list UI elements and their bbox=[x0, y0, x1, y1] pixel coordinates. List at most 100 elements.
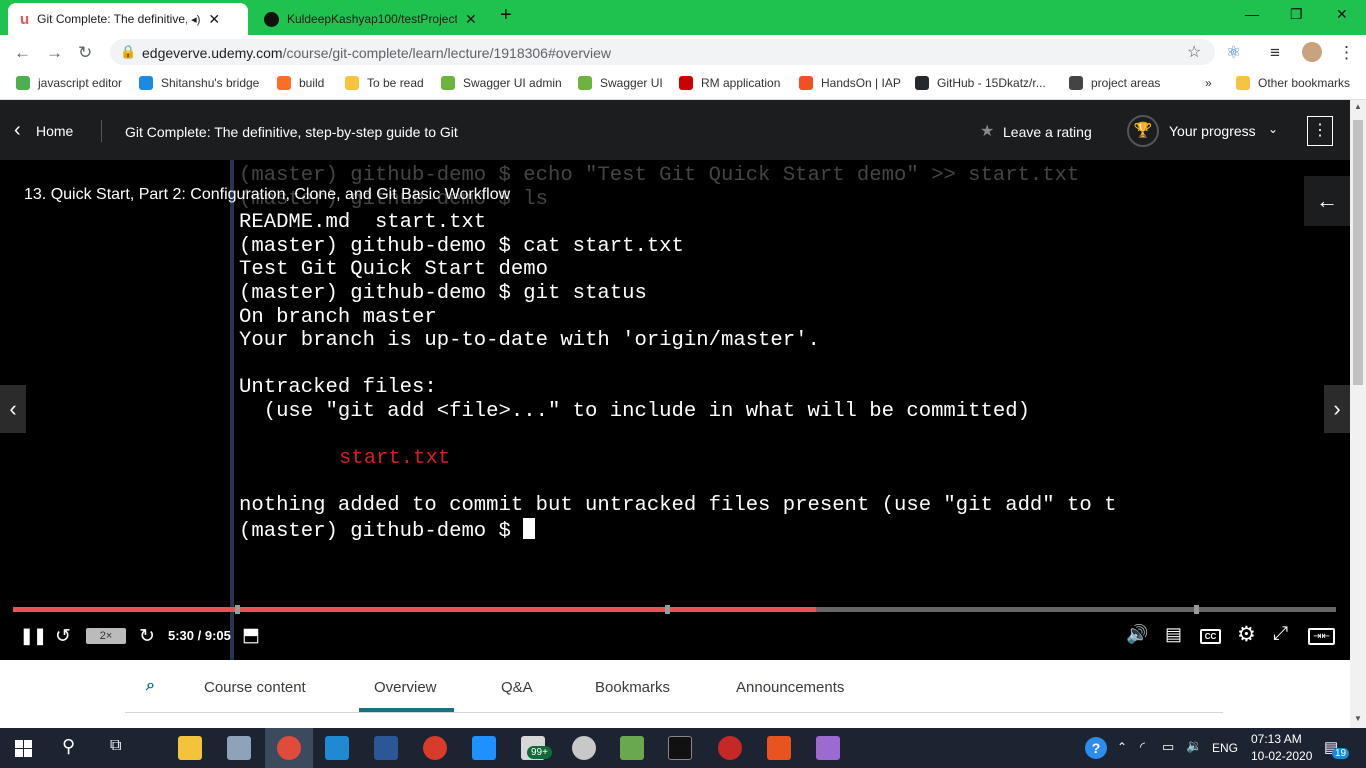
restore-button[interactable]: ❐ bbox=[1290, 6, 1303, 23]
media-control-icon[interactable]: ≡ bbox=[1270, 43, 1280, 63]
bookmark-item[interactable]: Shitanshu's bridge bbox=[139, 76, 259, 90]
page-scrollbar[interactable]: ▲ ▼ bbox=[1350, 100, 1366, 728]
chrome-icon[interactable] bbox=[277, 736, 301, 760]
bookmark-item[interactable]: build bbox=[277, 76, 324, 90]
other-bookmarks[interactable]: Other bookmarks bbox=[1236, 76, 1350, 90]
menu-icon[interactable]: ⋮ bbox=[1338, 43, 1355, 63]
expand-view-icon[interactable]: ⇥⇤ bbox=[1308, 628, 1335, 645]
speaker-icon[interactable]: ◂) bbox=[191, 13, 200, 26]
more-options-button[interactable]: ⋮ bbox=[1307, 116, 1333, 146]
tab-course-content[interactable]: Course content bbox=[204, 679, 306, 696]
git-tool-icon[interactable] bbox=[816, 736, 840, 760]
bookmark-label: Other bookmarks bbox=[1258, 76, 1351, 90]
forward-icon[interactable]: ↻ bbox=[139, 625, 155, 648]
bookmark-item[interactable]: To be read bbox=[345, 76, 424, 90]
url-input[interactable]: 🔒 edgeverve.udemy.com/course/git-complet… bbox=[110, 39, 1215, 65]
settings-gear-icon[interactable]: ⚙ bbox=[1237, 622, 1256, 647]
star-icon[interactable]: ☆ bbox=[1187, 42, 1201, 62]
bookmark-item[interactable]: Swagger UI bbox=[578, 76, 663, 90]
bookmark-label: To be read bbox=[367, 76, 424, 90]
chapter-marker[interactable] bbox=[1194, 605, 1199, 614]
minimize-button[interactable]: — bbox=[1245, 6, 1259, 22]
rewind-icon[interactable]: ↺ bbox=[55, 625, 71, 648]
bookmark-icon bbox=[277, 76, 291, 90]
chapter-marker[interactable] bbox=[235, 605, 240, 614]
notepad-icon[interactable] bbox=[620, 736, 644, 760]
bookmark-item[interactable]: GitHub - 15Dkatz/r... bbox=[915, 76, 1046, 90]
reload-icon[interactable]: ↻ bbox=[78, 43, 92, 63]
terminal-icon[interactable] bbox=[668, 736, 692, 760]
task-view-icon[interactable]: ⧉ bbox=[110, 737, 121, 755]
playback-speed-button[interactable]: 2× bbox=[86, 628, 126, 644]
scrollbar-thumb[interactable] bbox=[1353, 120, 1363, 385]
bookmark-item[interactable]: Swagger UI admin bbox=[441, 76, 562, 90]
bookmark-label: RM application bbox=[701, 76, 781, 90]
scroll-up-icon[interactable]: ▲ bbox=[1354, 102, 1362, 111]
chevron-down-icon[interactable]: ⌄ bbox=[1268, 122, 1278, 136]
bookmark-icon bbox=[139, 76, 153, 90]
bookmark-item[interactable]: javascript editor bbox=[16, 76, 122, 90]
vscode-icon[interactable] bbox=[325, 736, 349, 760]
bookmark-item[interactable]: RM application bbox=[679, 76, 780, 90]
windows-start-icon[interactable] bbox=[15, 740, 32, 757]
bookmark-item[interactable]: HandsOn | IAP bbox=[799, 76, 901, 90]
previous-lecture-button[interactable]: ‹ bbox=[0, 385, 26, 433]
app-icon[interactable] bbox=[572, 736, 596, 760]
snipping-tool-icon[interactable] bbox=[227, 736, 251, 760]
browser-tab-udemy[interactable]: u Git Complete: The definitive, ◂) ✕ bbox=[8, 3, 248, 35]
add-bookmark-icon[interactable]: ⬒ bbox=[242, 624, 260, 647]
tab-bookmarks[interactable]: Bookmarks bbox=[595, 679, 670, 696]
bookmark-icon bbox=[799, 76, 813, 90]
word-icon[interactable] bbox=[374, 736, 398, 760]
sidebar-toggle-arrow-icon[interactable]: ← bbox=[1304, 176, 1350, 226]
close-window-button[interactable]: ✕ bbox=[1336, 6, 1348, 23]
transcript-icon[interactable]: ▤ bbox=[1165, 624, 1182, 645]
chapter-marker[interactable] bbox=[665, 605, 670, 614]
bookmark-icon bbox=[578, 76, 592, 90]
video-player[interactable]: (master) github-demo $ echo "Test Git Qu… bbox=[0, 160, 1350, 660]
your-progress-button[interactable]: Your progress bbox=[1169, 123, 1256, 139]
close-tab-icon[interactable]: ✕ bbox=[208, 11, 220, 28]
speaker-icon[interactable]: 🔉 bbox=[1186, 738, 1202, 754]
bookmark-item[interactable]: project areas bbox=[1069, 76, 1160, 90]
chevron-left-icon[interactable]: ‹ bbox=[14, 120, 21, 140]
scroll-down-icon[interactable]: ▼ bbox=[1354, 714, 1362, 723]
search-icon[interactable]: ⌕ bbox=[146, 677, 155, 695]
tab-title: Git Complete: The definitive, bbox=[37, 12, 188, 26]
lock-icon[interactable]: 🔒 bbox=[120, 44, 136, 60]
wifi-icon[interactable]: ◜ bbox=[1140, 739, 1145, 755]
search-icon[interactable]: ⚲ bbox=[62, 736, 75, 757]
leave-rating-button[interactable]: Leave a rating bbox=[1003, 124, 1092, 140]
settings-app-icon[interactable] bbox=[472, 736, 496, 760]
postman-icon[interactable] bbox=[423, 736, 447, 760]
tab-qa[interactable]: Q&A bbox=[501, 679, 533, 696]
new-tab-button[interactable]: + bbox=[500, 4, 512, 27]
next-lecture-button[interactable]: › bbox=[1324, 385, 1350, 433]
browser-tab-github[interactable]: KuldeepKashyap100/testProject: ✕ bbox=[252, 3, 488, 35]
captions-icon[interactable]: CC bbox=[1200, 629, 1221, 644]
fullscreen-icon[interactable]: ⤢ bbox=[1273, 623, 1288, 645]
avatar[interactable] bbox=[1302, 42, 1322, 62]
browser-app-icon[interactable] bbox=[718, 736, 742, 760]
language-indicator[interactable]: ENG bbox=[1212, 741, 1238, 755]
pause-icon[interactable]: ❚❚ bbox=[20, 626, 47, 646]
battery-icon[interactable]: ▭ bbox=[1162, 739, 1174, 755]
close-tab-icon[interactable]: ✕ bbox=[465, 11, 477, 28]
office-icon[interactable] bbox=[767, 736, 791, 760]
video-progress-bar[interactable] bbox=[13, 605, 1336, 614]
back-icon[interactable]: ← bbox=[14, 43, 31, 63]
react-devtools-icon[interactable]: ⚛ bbox=[1226, 43, 1241, 63]
clock-time[interactable]: 07:13 AM bbox=[1251, 732, 1302, 746]
clock-date[interactable]: 10-02-2020 bbox=[1251, 749, 1312, 763]
help-icon[interactable]: ? bbox=[1085, 737, 1107, 759]
file-explorer-icon[interactable] bbox=[178, 736, 202, 760]
github-icon bbox=[915, 76, 929, 90]
chevron-up-icon[interactable]: ⌃ bbox=[1117, 740, 1127, 754]
folder-icon bbox=[1236, 76, 1250, 90]
forward-icon[interactable]: → bbox=[46, 43, 63, 63]
tab-announcements[interactable]: Announcements bbox=[736, 679, 844, 696]
tab-overview[interactable]: Overview bbox=[374, 679, 437, 696]
volume-icon[interactable]: 🔊 bbox=[1126, 624, 1148, 645]
home-link[interactable]: Home bbox=[36, 123, 73, 139]
bookmarks-overflow-button[interactable]: » bbox=[1205, 76, 1212, 90]
